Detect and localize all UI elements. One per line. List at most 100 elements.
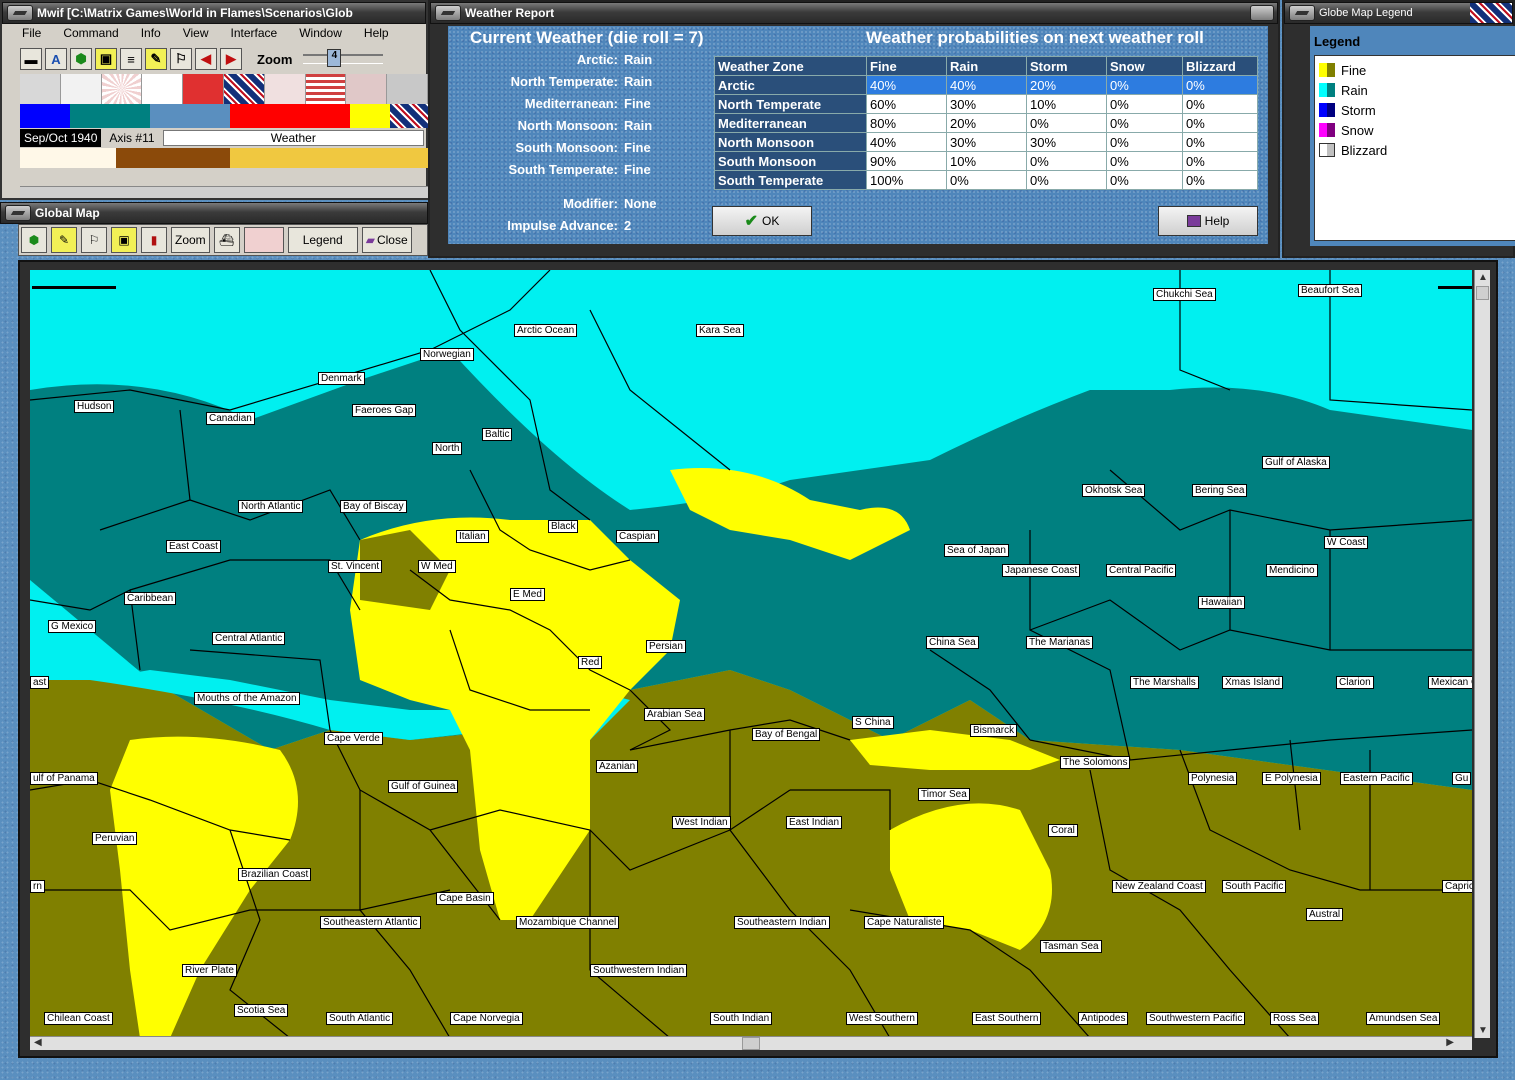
- sea-zone-label[interactable]: Gulf of Alaska: [1262, 456, 1330, 469]
- table-row[interactable]: North Temperate 60% 30% 10% 0% 0%: [714, 94, 1258, 114]
- sea-zone-label[interactable]: North: [432, 442, 463, 455]
- weather-button[interactable]: Weather: [162, 130, 424, 146]
- sea-zone-label[interactable]: West Southern: [846, 1012, 918, 1025]
- sea-zone-label[interactable]: Central Atlantic: [212, 632, 286, 645]
- sea-zone-label[interactable]: Polynesia: [1188, 772, 1238, 785]
- sea-zone-label[interactable]: Peruvian: [92, 832, 138, 845]
- sea-zone-label[interactable]: Southeastern Atlantic: [320, 916, 421, 929]
- ship-icon[interactable]: ⛴: [213, 227, 240, 253]
- flag-icon[interactable]: [60, 74, 102, 104]
- sea-zone-label[interactable]: Chilean Coast: [44, 1012, 113, 1025]
- sea-zone-label[interactable]: Southwestern Indian: [590, 964, 688, 977]
- sea-zone-label[interactable]: South Pacific: [1222, 880, 1287, 893]
- hex-icon[interactable]: ⬢: [21, 227, 47, 253]
- china-flag-icon[interactable]: [183, 74, 224, 104]
- sea-zone-label[interactable]: Caspian: [616, 530, 659, 543]
- sea-zone-label[interactable]: ulf of Panama: [30, 772, 98, 785]
- vertical-scrollbar[interactable]: ▲ ▼: [1474, 270, 1490, 1038]
- sea-zone-label[interactable]: Kara Sea: [696, 324, 744, 337]
- sea-zone-label[interactable]: Tasman Sea: [1040, 940, 1102, 953]
- scroll-right-icon[interactable]: ▶: [1446, 1037, 1454, 1048]
- scroll-left-icon[interactable]: ◀: [34, 1037, 42, 1048]
- sea-zone-label[interactable]: East Indian: [786, 816, 843, 829]
- menu-interface[interactable]: Interface: [229, 26, 280, 44]
- menu-command[interactable]: Command: [61, 26, 120, 44]
- sea-zone-label[interactable]: W Coast: [1324, 536, 1369, 549]
- union-jack-icon[interactable]: [223, 74, 265, 104]
- sea-zone-label[interactable]: Bismarck: [970, 724, 1018, 737]
- sea-zone-label[interactable]: Sea of Japan: [944, 544, 1009, 557]
- main-titlebar[interactable]: Mwif [C:\Matrix Games\World in Flames\Sc…: [2, 2, 426, 24]
- sea-zone-label[interactable]: The Marshalls: [1130, 676, 1199, 689]
- window-grip-icon[interactable]: [7, 5, 33, 21]
- flag-icon[interactable]: [346, 74, 388, 104]
- sea-zone-label[interactable]: South Indian: [710, 1012, 773, 1025]
- sea-zone-label[interactable]: Cape Verde: [324, 732, 383, 745]
- zoom-slider[interactable]: 4: [303, 49, 384, 67]
- sea-zone-label[interactable]: China Sea: [926, 636, 979, 649]
- table-row[interactable]: South Temperate 100% 0% 0% 0% 0%: [714, 170, 1258, 190]
- sea-zone-label[interactable]: Persian: [646, 640, 686, 653]
- sea-zone-label[interactable]: West Indian: [672, 816, 731, 829]
- nation-color-swatch[interactable]: [20, 104, 70, 128]
- nation-color-swatch[interactable]: [350, 104, 390, 128]
- sea-zone-label[interactable]: Japanese Coast: [1002, 564, 1081, 577]
- sea-zone-label[interactable]: Arctic Ocean: [514, 324, 578, 337]
- sea-zone-label[interactable]: Cape Norvegia: [450, 1012, 523, 1025]
- sea-zone-label[interactable]: Baltic: [482, 428, 513, 441]
- pencil-icon[interactable]: ✎: [145, 48, 167, 70]
- font-icon[interactable]: A: [45, 48, 67, 70]
- table-row[interactable]: Arctic 40% 40% 20% 0% 0%: [714, 75, 1258, 95]
- sea-zone-label[interactable]: St. Vincent: [328, 560, 383, 573]
- nation-color-swatch[interactable]: [230, 104, 350, 128]
- sea-zone-label[interactable]: East Southern: [972, 1012, 1042, 1025]
- scroll-thumb[interactable]: [1476, 286, 1489, 300]
- table-row[interactable]: North Monsoon 40% 30% 30% 0% 0%: [714, 132, 1258, 152]
- menu-window[interactable]: Window: [297, 26, 344, 44]
- sea-zone-label[interactable]: South Atlantic: [326, 1012, 394, 1025]
- sea-zone-label[interactable]: Okhotsk Sea: [1082, 484, 1146, 497]
- sea-zone-label[interactable]: Hawaiian: [1198, 596, 1246, 609]
- sea-zone-label[interactable]: Southwestern Pacific: [1146, 1012, 1246, 1025]
- sea-zone-label[interactable]: Bering Sea: [1192, 484, 1248, 497]
- close-button[interactable]: ▰ Close: [361, 227, 412, 253]
- sea-zone-label[interactable]: The Marianas: [1026, 636, 1094, 649]
- window-grip-icon[interactable]: [5, 205, 31, 221]
- unit-icon[interactable]: ▣: [95, 48, 117, 70]
- sea-zone-label[interactable]: Chukchi Sea: [1153, 288, 1216, 301]
- sea-zone-label[interactable]: S China: [852, 716, 894, 729]
- flag-icon[interactable]: ⚐: [81, 227, 107, 253]
- horizontal-scrollbar[interactable]: [20, 186, 428, 198]
- window-grip-icon[interactable]: [1250, 5, 1274, 21]
- sea-zone-label[interactable]: Beaufort Sea: [1298, 284, 1363, 297]
- sea-zone-label[interactable]: Arabian Sea: [644, 708, 706, 721]
- sea-zone-label[interactable]: Mexican Coa: [1428, 676, 1472, 689]
- sea-zone-label[interactable]: Bay of Bengal: [752, 728, 821, 741]
- sea-zone-label[interactable]: Black: [548, 520, 579, 533]
- flag-icon[interactable]: ⚐: [170, 48, 192, 70]
- sea-zone-label[interactable]: Hudson: [74, 400, 115, 413]
- zoom-slider-knob[interactable]: 4: [327, 49, 342, 67]
- sea-zone-label[interactable]: Bay of Biscay: [340, 500, 407, 513]
- sea-zone-label[interactable]: New Zealand Coast: [1112, 880, 1206, 893]
- table-row[interactable]: Mediterranean 80% 20% 0% 0% 0%: [714, 113, 1258, 133]
- scroll-down-icon[interactable]: ▼: [1478, 1025, 1488, 1036]
- legend-button[interactable]: Legend: [287, 227, 358, 253]
- notes-icon[interactable]: ≡: [120, 48, 142, 70]
- sea-zone-label[interactable]: Mozambique Channel: [516, 916, 620, 929]
- sea-zone-label[interactable]: Gu: [1452, 772, 1472, 785]
- horizontal-scrollbar[interactable]: ◀ ▶: [30, 1036, 1472, 1050]
- sea-zone-label[interactable]: Antipodes: [1078, 1012, 1129, 1025]
- sea-zone-label[interactable]: Cape Basin: [436, 892, 494, 905]
- sea-zone-label[interactable]: rn: [30, 880, 45, 893]
- sea-zone-label[interactable]: Timor Sea: [918, 788, 970, 801]
- sea-zone-label[interactable]: Southeastern Indian: [734, 916, 830, 929]
- usa-flag-icon[interactable]: [305, 74, 347, 104]
- zoom-button[interactable]: Zoom: [171, 227, 210, 253]
- world-weather-map[interactable]: Chukchi Sea Beaufort Sea Arctic Ocean Kara …: [30, 270, 1472, 1038]
- sea-zone-label[interactable]: Austral: [1306, 908, 1344, 921]
- emblem-icon[interactable]: [387, 74, 428, 104]
- sea-zone-label[interactable]: Ross Sea: [1270, 1012, 1320, 1025]
- sea-zone-label[interactable]: E Med: [510, 588, 545, 601]
- sea-zone-label[interactable]: The Solomons: [1060, 756, 1131, 769]
